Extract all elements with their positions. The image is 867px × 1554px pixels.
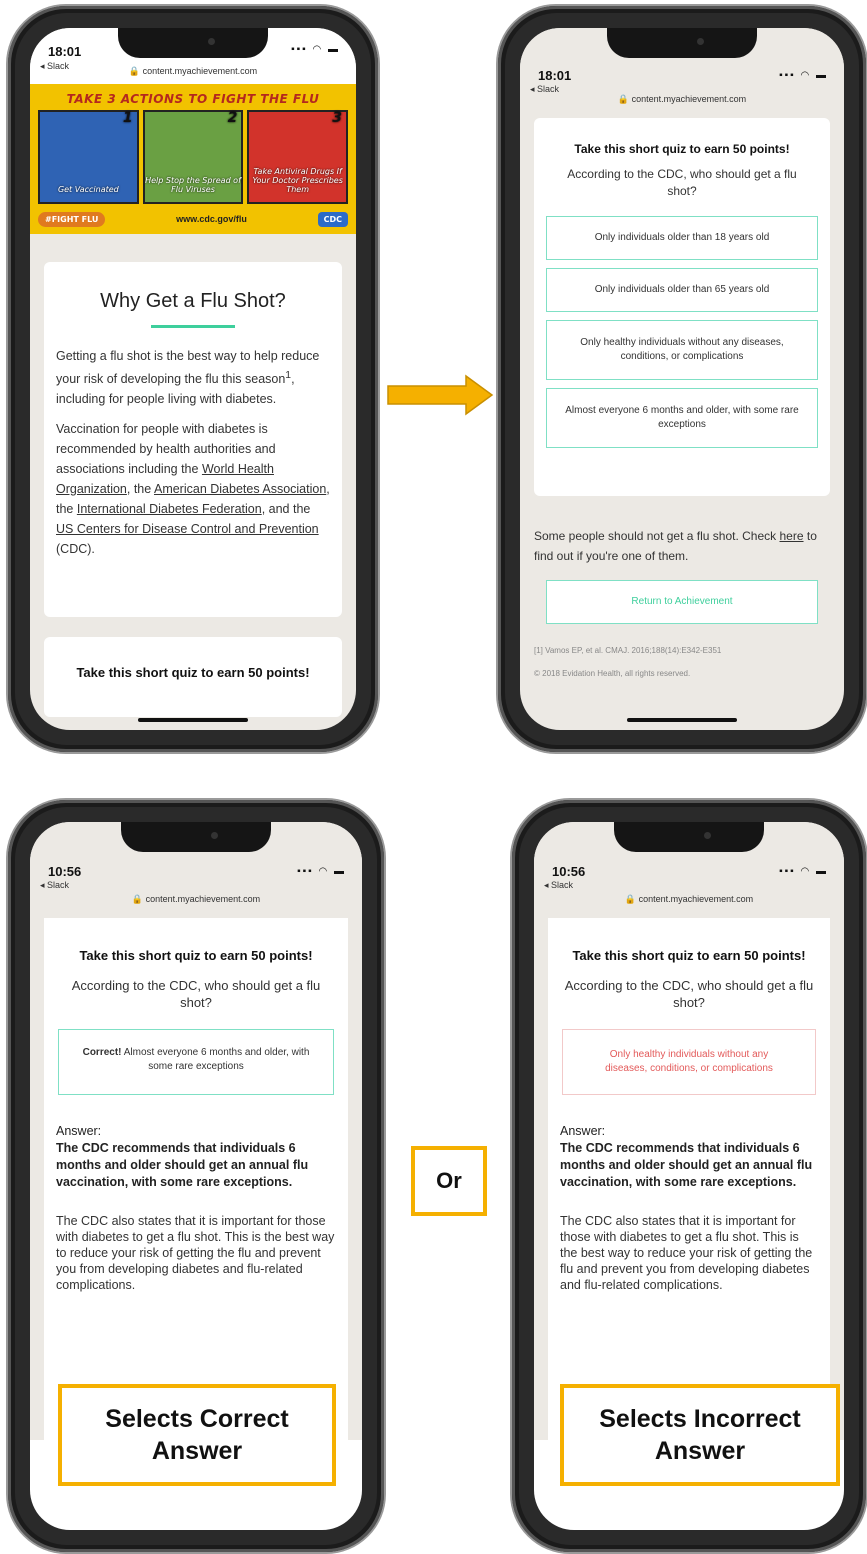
home-indicator	[138, 718, 248, 722]
quiz-option-healthy-only[interactable]: Only healthy individuals without any dis…	[546, 320, 818, 380]
why-flu-shot-card: Why Get a Flu Shot? Getting a flu shot i…	[44, 262, 342, 617]
phone-3: 10:56 ◂ Slack ▪▪▪ ◠ ▬ 🔒 content.myachiev…	[8, 800, 384, 1552]
result-panel: Take this short quiz to earn 50 points! …	[30, 918, 362, 1440]
poster-title: TAKE 3 ACTIONS TO FIGHT THE FLU	[66, 92, 320, 106]
signal-wifi-battery-icon: ▪▪▪ ◠ ▬	[779, 866, 828, 877]
phone-4-screen: 10:56 ◂ Slack ▪▪▪ ◠ ▬ 🔒 content.myachiev…	[534, 822, 844, 1530]
selects-incorrect-answer-caption: Selects Incorrect Answer	[560, 1384, 840, 1486]
phone-1: 18:01 ◂ Slack ▪▪▪ ◠ ▬ 🔒 content.myachiev…	[8, 6, 378, 752]
copyright-text: © 2018 Evidation Health, all rights rese…	[534, 669, 691, 678]
idf-link[interactable]: International Diabetes Federation	[77, 502, 262, 516]
quiz-title: Take this short quiz to earn 50 points!	[79, 948, 313, 963]
poster-panel-stop-spread: 2 Help Stop the Spread of Flu Viruses	[142, 110, 244, 204]
quiz-card: Take this short quiz to earn 50 points! …	[534, 118, 830, 496]
eligibility-note: Some people should not get a flu shot. C…	[534, 529, 817, 563]
quiz-option-6-months-plus[interactable]: Almost everyone 6 months and older, with…	[546, 388, 818, 448]
quiz-question: According to the CDC, who should get a f…	[564, 978, 814, 1010]
cdc-link[interactable]: US Centers for Disease Control and Preve…	[56, 522, 319, 536]
status-time: 10:56	[552, 864, 586, 879]
quiz-question: According to the CDC, who should get a f…	[71, 978, 321, 1010]
title-underline	[151, 325, 235, 328]
eligibility-here-link[interactable]: here	[780, 529, 804, 543]
citation-text: [1] Vamos EP, et al. CMAJ. 2016;188(14):…	[534, 646, 722, 655]
quiz-question: According to the CDC, who should get a f…	[567, 167, 797, 198]
quiz-result-card: Take this short quiz to earn 50 points! …	[44, 918, 348, 1440]
quiz-option-18-plus[interactable]: Only individuals older than 18 years old	[546, 216, 818, 260]
url-bar[interactable]: 🔒 content.myachievement.com	[520, 94, 844, 105]
answer-block: Answer: The CDC recommends that individu…	[560, 1124, 813, 1189]
status-time: 18:01	[538, 68, 572, 83]
status-time: 18:01	[48, 44, 82, 59]
result-panel: Take this short quiz to earn 50 points! …	[534, 918, 844, 1440]
selects-correct-answer-caption: Selects Correct Answer	[58, 1384, 336, 1486]
back-to-slack-link[interactable]: ◂ Slack	[544, 880, 573, 891]
flu-poster-image: TAKE 3 ACTIONS TO FIGHT THE FLU 1 Get Va…	[30, 84, 356, 234]
or-label: Or	[411, 1146, 487, 1216]
phone-1-screen: 18:01 ◂ Slack ▪▪▪ ◠ ▬ 🔒 content.myachiev…	[30, 28, 356, 730]
url-bar[interactable]: 🔒 content.myachievement.com	[30, 894, 362, 905]
url-bar[interactable]: 🔒 content.myachievement.com	[534, 894, 844, 905]
phone-4: 10:56 ◂ Slack ▪▪▪ ◠ ▬ 🔒 content.myachiev…	[512, 800, 866, 1552]
quiz-option-65-plus[interactable]: Only individuals older than 65 years old	[546, 268, 818, 312]
phone-2-screen: 18:01 ◂ Slack ▪▪▪ ◠ ▬ 🔒 content.myachiev…	[520, 28, 844, 730]
phone-2: 18:01 ◂ Slack ▪▪▪ ◠ ▬ 🔒 content.myachiev…	[498, 6, 866, 752]
quiz-card-preview: Take this short quiz to earn 50 points!	[44, 637, 342, 717]
cdc-logo: CDC	[317, 211, 348, 227]
fight-flu-badge: #FIGHT FLU	[38, 211, 106, 227]
quiz-title: Take this short quiz to earn 50 points!	[572, 948, 806, 963]
poster-panel-vaccinated: 1 Get Vaccinated	[38, 110, 139, 204]
home-indicator	[627, 718, 737, 722]
intro-paragraph: Getting a flu shot is the best way to he…	[56, 349, 320, 407]
quiz-result-card: Take this short quiz to earn 50 points! …	[548, 918, 830, 1440]
answer-paragraph: The CDC also states that it is important…	[560, 1214, 813, 1292]
answer-paragraph: The CDC also states that it is important…	[56, 1214, 335, 1292]
cdc-website-text: www.cdc.gov/flu	[176, 214, 247, 224]
quiz-title: Take this short quiz to earn 50 points!	[76, 665, 310, 680]
quiz-title: Take this short quiz to earn 50 points!	[574, 142, 790, 156]
return-to-achievement-button[interactable]: Return to Achievement	[546, 580, 818, 624]
next-step-arrow-icon	[387, 374, 494, 416]
why-flu-shot-title: Why Get a Flu Shot?	[100, 290, 286, 312]
answer-block: Answer: The CDC recommends that individu…	[56, 1124, 309, 1189]
signal-wifi-battery-icon: ▪▪▪ ◠ ▬	[297, 866, 346, 877]
phone-3-screen: 10:56 ◂ Slack ▪▪▪ ◠ ▬ 🔒 content.myachiev…	[30, 822, 362, 1530]
signal-wifi-battery-icon: ▪▪▪ ◠ ▬	[779, 70, 828, 81]
status-time: 10:56	[48, 864, 82, 879]
back-to-slack-link[interactable]: ◂ Slack	[40, 880, 69, 891]
poster-panel-antiviral: 3 Take Antiviral Drugs If Your Doctor Pr…	[247, 110, 349, 204]
ada-link[interactable]: American Diabetes Association	[154, 482, 326, 496]
incorrect-result-box: Only healthy individuals without any dis…	[562, 1029, 816, 1095]
vaccination-paragraph: Vaccination for people with diabetes is …	[56, 422, 330, 557]
correct-result-box: Correct! Almost everyone 6 months and ol…	[58, 1029, 334, 1095]
url-bar[interactable]: 🔒 content.myachievement.com	[30, 66, 356, 77]
signal-wifi-battery-icon: ▪▪▪ ◠ ▬	[291, 44, 340, 55]
